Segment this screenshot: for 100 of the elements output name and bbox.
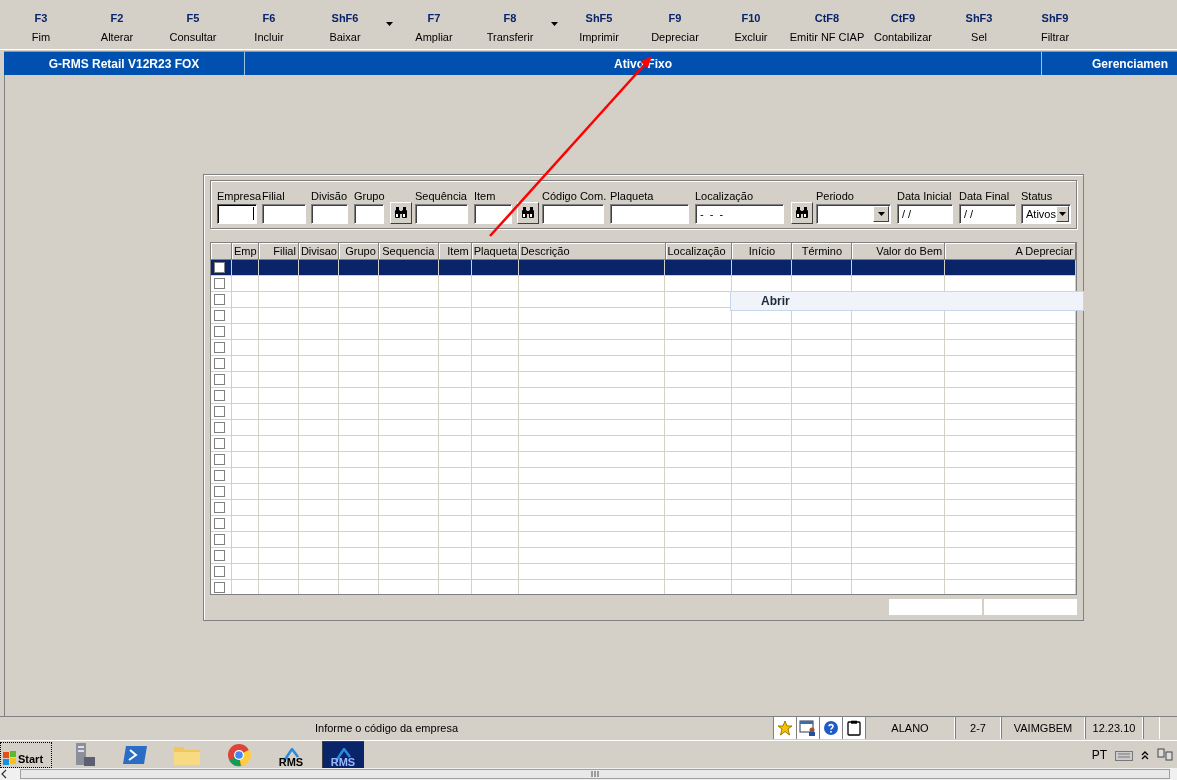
field-label: Data Final — [959, 189, 1010, 204]
column-header[interactable]: Grupo — [338, 242, 379, 259]
dropdown-field[interactable]: Ativos — [1021, 203, 1071, 224]
input-field[interactable] — [311, 203, 348, 224]
toolbar-button[interactable]: F6 Incluir — [231, 0, 307, 49]
clipboard-icon[interactable] — [847, 720, 861, 736]
input-field[interactable] — [474, 203, 512, 224]
status-cell: ALANO — [865, 717, 955, 739]
column-header[interactable]: Divisao — [298, 242, 339, 259]
caret-icon[interactable] — [551, 22, 558, 26]
column-header[interactable]: Sequencia — [378, 242, 439, 259]
field-label: Divisão — [311, 189, 348, 204]
field-label: Código Com. — [542, 189, 607, 204]
field-label: Grupo — [354, 189, 385, 204]
column-header[interactable]: Término — [792, 242, 853, 259]
checkbox[interactable] — [214, 309, 225, 321]
toolbar-button[interactable]: F7 Ampliar — [396, 0, 472, 49]
input-field[interactable] — [354, 203, 384, 224]
toolbar-button[interactable]: F9 Depreciar — [637, 0, 713, 49]
input-field[interactable]: - - - — [695, 203, 784, 224]
search-button[interactable] — [517, 201, 539, 224]
caret-icon[interactable] — [386, 22, 393, 26]
taskbar-app[interactable]: RMS — [322, 741, 364, 769]
field-label: Empresa — [217, 189, 262, 204]
field-label: Sequência — [415, 189, 467, 204]
taskbar-app[interactable]: RMS — [270, 741, 312, 769]
start-button[interactable]: Start — [0, 742, 52, 768]
column-header[interactable]: Descrição — [518, 242, 666, 259]
column-header[interactable]: Emp — [232, 242, 259, 259]
field-label: Item — [474, 189, 496, 204]
search-button[interactable] — [390, 201, 412, 224]
input-field[interactable]: / / — [959, 203, 1016, 224]
column-header[interactable]: Item — [438, 242, 472, 259]
checkbox[interactable] — [214, 261, 225, 273]
star-icon[interactable] — [777, 720, 793, 736]
input-field[interactable] — [610, 203, 689, 224]
status-cell: VAIMGBEM — [1001, 717, 1085, 739]
caret-icon[interactable] — [1059, 211, 1066, 216]
dropdown-field[interactable] — [816, 203, 891, 224]
scrollbar-thumb[interactable] — [20, 769, 1170, 779]
field-label: Data Inicial — [897, 189, 952, 204]
column-header[interactable]: Filial — [258, 242, 299, 259]
terminal-icon — [122, 744, 148, 766]
checkbox[interactable] — [214, 469, 225, 481]
checkbox[interactable] — [214, 453, 225, 465]
toolbar-button[interactable]: ShF3 Sel — [941, 0, 1017, 49]
checkbox[interactable] — [214, 565, 225, 577]
checkbox[interactable] — [214, 533, 225, 545]
toolbar-button[interactable]: F10 Excluir — [713, 0, 789, 49]
toolbar-button[interactable]: F8 Transferir — [472, 0, 548, 49]
language-indicator[interactable]: PT — [1091, 748, 1107, 762]
checkbox[interactable] — [214, 437, 225, 449]
toolbar-button[interactable]: ShF5 Imprimir — [561, 0, 637, 49]
checkbox[interactable] — [214, 357, 225, 369]
checkbox[interactable] — [214, 405, 225, 417]
toolbar-button[interactable]: CtF8 Emitir NF CIAP — [789, 0, 865, 49]
field-label: Status — [1021, 189, 1053, 204]
toolbar-button[interactable]: F3 Fim — [3, 0, 79, 49]
caret-icon[interactable] — [877, 211, 885, 216]
toolbar-button[interactable]: F5 Consultar — [155, 0, 231, 49]
checkbox[interactable] — [214, 549, 225, 561]
keyboard-icon[interactable] — [1115, 749, 1133, 761]
help-icon[interactable] — [823, 720, 839, 736]
module-title: Gerenciamen — [1091, 55, 1170, 73]
column-header[interactable]: Localização — [665, 242, 733, 259]
network-icon[interactable] — [1157, 748, 1173, 762]
scroll-left-icon[interactable] — [0, 769, 8, 779]
windows-logo-icon — [3, 751, 17, 765]
checkbox[interactable] — [214, 421, 225, 433]
search-button[interactable] — [791, 201, 813, 224]
binoculars-icon — [394, 207, 408, 219]
input-field[interactable]: / / — [897, 203, 953, 224]
checkbox[interactable] — [214, 501, 225, 513]
checkbox[interactable] — [214, 373, 225, 385]
column-header[interactable]: Plaqueta — [471, 242, 519, 259]
menu-item[interactable]: Abrir — [731, 294, 790, 308]
checkbox[interactable] — [214, 293, 225, 305]
checkbox[interactable] — [214, 517, 225, 529]
field-label: Filial — [262, 189, 285, 204]
checkbox[interactable] — [214, 389, 225, 401]
app-title: G-RMS Retail V12R23 FOX — [4, 52, 245, 75]
toolbar-button[interactable]: F2 Alterar — [79, 0, 155, 49]
column-header[interactable]: Início — [732, 242, 793, 259]
input-field[interactable] — [542, 203, 604, 224]
checkbox[interactable] — [214, 277, 225, 289]
window-person-icon[interactable] — [799, 720, 817, 736]
checkbox[interactable] — [214, 325, 225, 337]
column-header[interactable]: A Depreciar — [945, 242, 1076, 259]
input-field[interactable] — [415, 203, 468, 224]
checkbox[interactable] — [214, 581, 225, 593]
toolbar-button[interactable]: ShF6 Baixar — [307, 0, 383, 49]
checkbox[interactable] — [214, 341, 225, 353]
binoculars-icon — [521, 207, 535, 219]
input-field[interactable] — [262, 203, 306, 224]
toolbar-button[interactable]: CtF9 Contabilizar — [865, 0, 941, 49]
tray-expand-icon[interactable] — [1141, 750, 1149, 760]
column-header[interactable]: Valor do Bem — [852, 242, 946, 259]
checkbox[interactable] — [214, 485, 225, 497]
toolbar-button[interactable]: ShF9 Filtrar — [1017, 0, 1093, 49]
input-field[interactable] — [217, 203, 257, 224]
